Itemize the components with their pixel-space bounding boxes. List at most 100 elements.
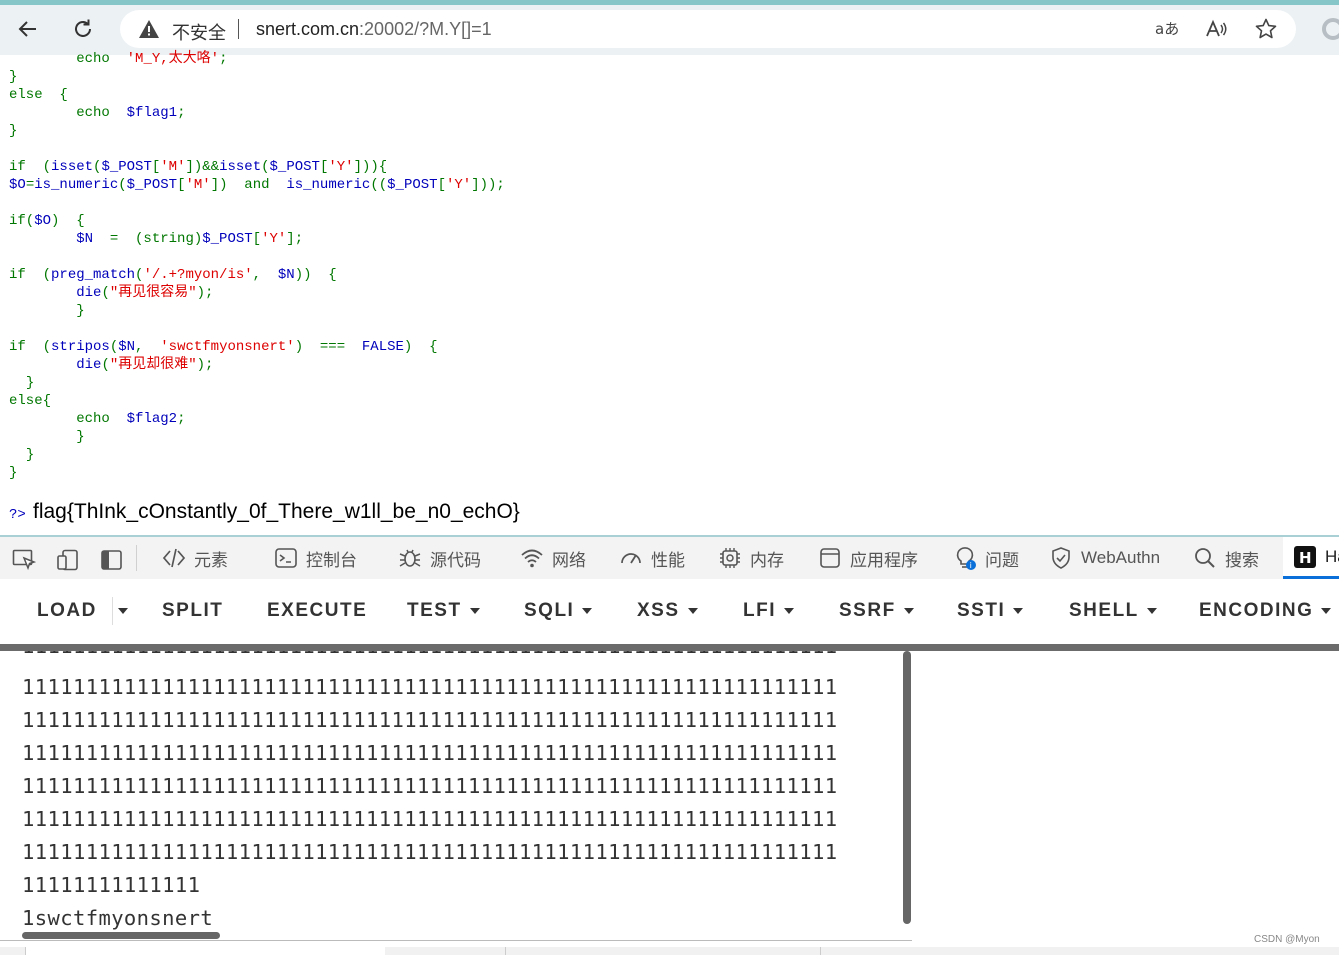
caret-down-icon bbox=[687, 607, 698, 614]
tab-application[interactable]: 应用程序 bbox=[818, 537, 918, 579]
code-token: 'Y' bbox=[445, 177, 472, 193]
code-token: if ( bbox=[9, 339, 52, 355]
textarea-line: 1111111111111111111111111111111111111111… bbox=[22, 651, 838, 663]
code-token: ]) and bbox=[210, 177, 287, 193]
tab-elements[interactable]: 元素 bbox=[162, 537, 228, 579]
tab-memory[interactable]: 内存 bbox=[718, 537, 784, 579]
code-token: } bbox=[76, 429, 85, 445]
tab-search[interactable]: 搜索 bbox=[1193, 537, 1259, 579]
textarea-border bbox=[0, 940, 912, 941]
security-label[interactable]: 不安全 bbox=[172, 19, 226, 45]
button-label: SHELL bbox=[1069, 600, 1139, 621]
code-token: $flag1 bbox=[126, 105, 178, 121]
horizontal-scrollbar[interactable] bbox=[22, 932, 220, 939]
tab-label: WebAuthn bbox=[1081, 548, 1161, 567]
vertical-scrollbar[interactable] bbox=[903, 651, 911, 924]
code-token: $_POST bbox=[269, 159, 320, 175]
code-token: [ bbox=[151, 159, 161, 175]
code-token: 'M' bbox=[185, 177, 211, 193]
device-emulation-icon[interactable] bbox=[56, 549, 80, 571]
chip-icon bbox=[720, 548, 740, 568]
encoding-menu-button[interactable]: ENCODING bbox=[1199, 600, 1332, 622]
tab-label: 网络 bbox=[552, 550, 586, 570]
caret-down-icon bbox=[582, 607, 593, 614]
url-textarea[interactable]: 1111111111111111111111111111111111111111… bbox=[0, 651, 912, 941]
ssti-menu-button[interactable]: SSTI bbox=[957, 600, 1024, 622]
execute-button[interactable]: EXECUTE bbox=[267, 600, 367, 622]
code-line: } bbox=[9, 68, 17, 86]
profile-icon[interactable] bbox=[1322, 18, 1339, 40]
bottom-panel-strip bbox=[0, 947, 1339, 955]
code-token: $N bbox=[118, 339, 136, 355]
test-menu-button[interactable]: TEST bbox=[407, 600, 480, 622]
xss-menu-button[interactable]: XSS bbox=[637, 600, 698, 622]
inspect-element-icon[interactable] bbox=[12, 549, 36, 571]
caret-down-icon bbox=[118, 607, 128, 614]
textarea-line: 1111111111111111111111111111111111111111… bbox=[22, 675, 838, 699]
code-line: if (stripos($N, 'swctfmyonsnert') === FA… bbox=[9, 338, 438, 356]
back-button[interactable] bbox=[11, 12, 45, 46]
warning-icon[interactable] bbox=[138, 18, 160, 40]
code-token: ])); bbox=[471, 177, 505, 193]
star-icon[interactable] bbox=[1254, 17, 1278, 41]
ssrf-menu-button[interactable]: SSRF bbox=[839, 600, 914, 622]
reload-button[interactable] bbox=[66, 12, 100, 46]
code-token: "再见很容易" bbox=[109, 285, 197, 301]
code-icon bbox=[162, 548, 186, 568]
back-arrow-icon bbox=[18, 21, 36, 37]
code-line: else { bbox=[9, 86, 68, 104]
translate-icon[interactable]: aあ bbox=[1154, 17, 1180, 41]
button-label: SPLIT bbox=[162, 600, 224, 621]
tab-label: 源代码 bbox=[430, 550, 481, 570]
code-token: = bbox=[25, 177, 35, 193]
tab-label: 搜索 bbox=[1225, 550, 1259, 570]
code-line: } bbox=[9, 428, 85, 446]
caret-down-icon bbox=[1321, 607, 1332, 614]
tab-hackbar[interactable]: H Ha bbox=[1283, 537, 1339, 579]
code-line: echo $flag2; bbox=[9, 410, 185, 428]
address-bar[interactable]: 不安全 snert.com.cn:20002/?M.Y[]=1 aあ bbox=[120, 10, 1296, 48]
tab-label: 应用程序 bbox=[850, 550, 918, 570]
bulb-icon: i bbox=[956, 547, 976, 570]
split-button[interactable]: SPLIT bbox=[162, 600, 223, 622]
lfi-menu-button[interactable]: LFI bbox=[743, 600, 794, 622]
gauge-icon bbox=[621, 553, 641, 564]
flag-text: flag{ThInk_cOnstantly_0f_There_w1ll_be_n… bbox=[33, 500, 520, 523]
button-label: SSTI bbox=[957, 600, 1006, 621]
tab-label: 性能 bbox=[651, 550, 685, 570]
textarea-line: 1111111111111111111111111111111111111111… bbox=[22, 807, 838, 831]
code-line: } bbox=[9, 464, 17, 482]
issue-badge: i bbox=[970, 561, 972, 570]
tab-label: 问题 bbox=[985, 550, 1019, 570]
dock-panel-icon[interactable] bbox=[100, 549, 124, 571]
code-token: ( bbox=[101, 357, 110, 373]
code-token: $_POST bbox=[202, 231, 253, 247]
code-token: [ bbox=[252, 231, 262, 247]
url-text[interactable]: snert.com.cn:20002/?M.Y[]=1 bbox=[256, 19, 492, 40]
code-token: ) { bbox=[403, 339, 438, 355]
tab-issues[interactable]: i 问题 bbox=[953, 537, 1019, 579]
button-label: EXECUTE bbox=[267, 600, 368, 621]
code-token: 'Y' bbox=[328, 159, 354, 175]
code-token: else { bbox=[9, 87, 68, 103]
tab-network[interactable]: 网络 bbox=[520, 537, 586, 579]
code-line: $N = (string)$_POST['Y']; bbox=[9, 230, 303, 248]
tab-label: Ha bbox=[1325, 546, 1339, 566]
tab-sources[interactable]: 源代码 bbox=[398, 537, 481, 579]
load-button[interactable]: LOAD bbox=[37, 600, 97, 622]
load-dropdown-button[interactable] bbox=[118, 600, 128, 622]
shell-menu-button[interactable]: SHELL bbox=[1069, 600, 1157, 622]
code-token: $O bbox=[9, 177, 26, 193]
tab-console[interactable]: 控制台 bbox=[274, 537, 357, 579]
read-aloud-icon[interactable] bbox=[1204, 17, 1230, 41]
sqli-menu-button[interactable]: SQLI bbox=[524, 600, 593, 622]
tab-webauthn[interactable]: WebAuthn bbox=[1049, 537, 1160, 579]
tab-performance[interactable]: 性能 bbox=[619, 537, 685, 579]
code-token: ( bbox=[118, 177, 127, 193]
